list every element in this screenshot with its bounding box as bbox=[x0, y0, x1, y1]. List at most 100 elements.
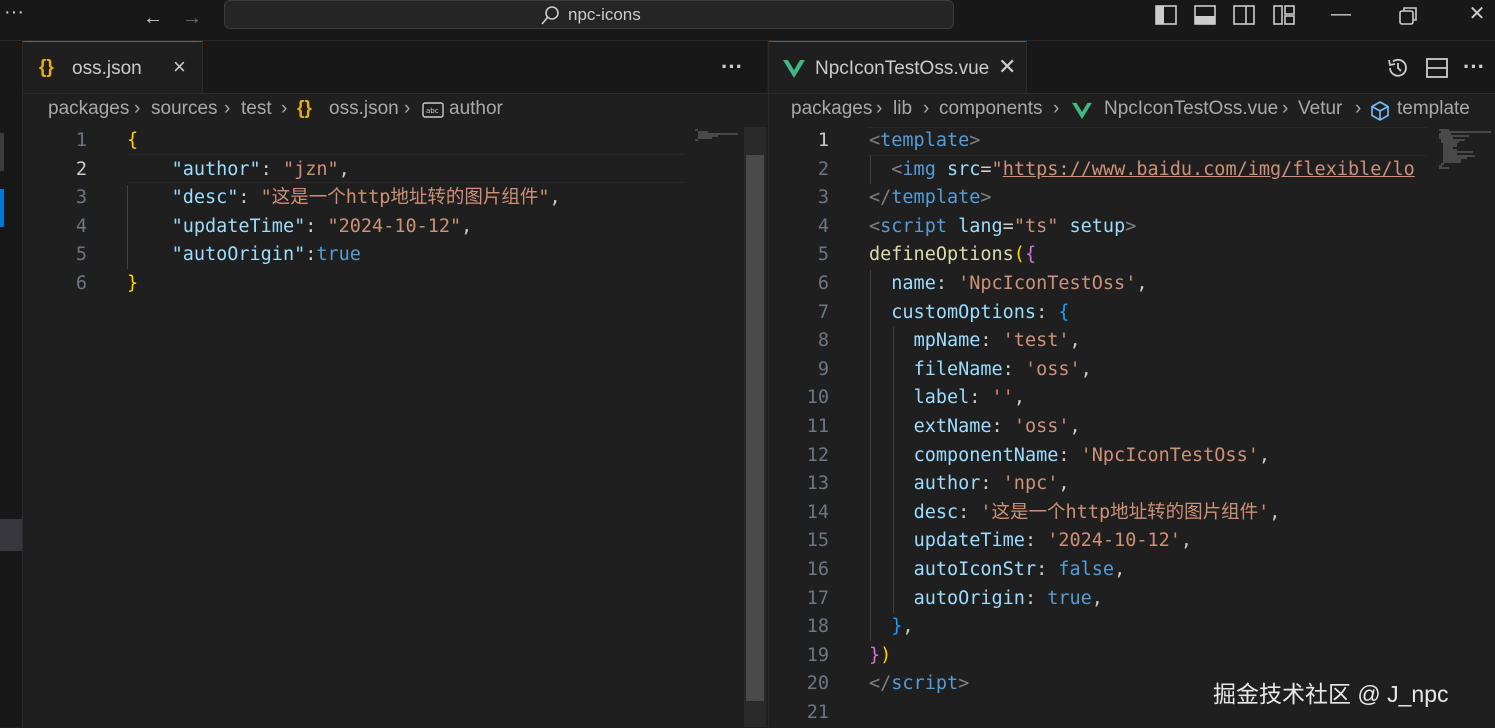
code-token: : bbox=[991, 416, 1014, 437]
code-token: , bbox=[1058, 473, 1070, 495]
breadcrumb: packages › sources › test › {} oss.json … bbox=[23, 94, 767, 126]
code-text: extName: 'oss', bbox=[869, 413, 1081, 442]
customize-layout-icon[interactable] bbox=[1272, 4, 1296, 26]
code-line[interactable]: 18 }, bbox=[769, 613, 1495, 642]
code-line[interactable]: 19}) bbox=[769, 642, 1495, 671]
timeline-history-icon[interactable] bbox=[1385, 56, 1411, 80]
tab-close-icon[interactable]: ✕ bbox=[998, 54, 1016, 80]
code-token: ) bbox=[880, 644, 892, 666]
code-line[interactable]: 6} bbox=[23, 270, 767, 299]
breadcrumb-item[interactable]: Vetur bbox=[1298, 98, 1342, 120]
code-token: { bbox=[127, 130, 139, 151]
code-line[interactable]: 8 mpName: 'test', bbox=[769, 327, 1495, 356]
line-number: 5 bbox=[75, 244, 87, 266]
svg-text:abc: abc bbox=[426, 107, 439, 115]
code-line[interactable]: 3 "desc": "这是一个http地址转的图片组件", bbox=[23, 184, 767, 213]
minimize-icon[interactable]: — bbox=[1326, 2, 1356, 28]
code-line[interactable]: 5 defineOptions({ bbox=[769, 241, 1495, 270]
minimap[interactable] bbox=[695, 129, 739, 141]
restore-window-icon[interactable] bbox=[1396, 5, 1420, 27]
code-token: "这是一个http地址转的图片组件" bbox=[260, 187, 550, 209]
code-token: : bbox=[1024, 587, 1048, 609]
toggle-primary-sidebar-icon[interactable] bbox=[1154, 4, 1178, 26]
code-line[interactable]: 14 desc: '这是一个http地址转的图片组件', bbox=[769, 499, 1495, 528]
breadcrumb-item[interactable]: packages bbox=[791, 98, 872, 120]
code-token: </ bbox=[869, 187, 892, 209]
code-line[interactable]: 3 </template> bbox=[769, 184, 1495, 213]
code-token: true bbox=[316, 244, 361, 266]
code-line[interactable]: 6 name: 'NpcIconTestOss', bbox=[769, 270, 1495, 299]
code-line[interactable]: 4 "updateTime": "2024-10-12", bbox=[23, 213, 767, 242]
line-number: 14 bbox=[806, 501, 829, 523]
code-line[interactable]: 10 label: '', bbox=[769, 384, 1495, 413]
forward-arrow-icon[interactable]: → bbox=[179, 6, 205, 32]
scrollbar-thumb[interactable] bbox=[746, 155, 764, 701]
split-editor-icon[interactable] bbox=[1425, 56, 1449, 80]
toggle-panel-icon[interactable] bbox=[1193, 4, 1217, 26]
toggle-secondary-sidebar-icon[interactable] bbox=[1232, 4, 1256, 26]
activity-item-selected[interactable] bbox=[0, 519, 22, 551]
activity-item-active[interactable] bbox=[0, 189, 4, 227]
breadcrumb-item[interactable]: packages bbox=[48, 98, 129, 120]
code-line[interactable]: 15 updateTime: '2024-10-12', bbox=[769, 527, 1495, 556]
tab-label: oss.json bbox=[72, 58, 142, 79]
code-line[interactable]: 1{ bbox=[23, 127, 767, 156]
code-token: script bbox=[891, 673, 959, 695]
tab-npc-icon-test-oss-vue[interactable]: NpcIconTestOss.vue ✕ bbox=[769, 41, 1027, 93]
code-token: fileName bbox=[913, 358, 1003, 380]
code-token: , bbox=[1013, 387, 1025, 409]
line-number: 7 bbox=[817, 301, 829, 323]
code-line[interactable]: 2 <img src="https://www.baidu.com/img/fl… bbox=[769, 156, 1495, 185]
code-line[interactable]: 1 <template> bbox=[769, 127, 1495, 156]
menu-ellipsis-icon[interactable]: ··· bbox=[0, 2, 28, 26]
chevron-right-icon: › bbox=[404, 98, 411, 119]
code-token: = bbox=[980, 158, 992, 180]
command-center-search[interactable]: npc-icons bbox=[224, 0, 954, 29]
code-token: , bbox=[1136, 273, 1148, 294]
code-text: author: 'npc', bbox=[869, 470, 1070, 499]
code-token: "2024-10-12" bbox=[327, 215, 462, 237]
breadcrumb-item[interactable]: components bbox=[939, 98, 1043, 120]
breadcrumb-item[interactable]: lib bbox=[893, 98, 912, 120]
code-token: } bbox=[127, 273, 139, 294]
code-line[interactable]: 13 author: 'npc', bbox=[769, 470, 1495, 499]
code-token: extName bbox=[913, 416, 992, 437]
code-text: "desc": "这是一个http地址转的图片组件", bbox=[127, 184, 561, 213]
breadcrumb-item[interactable]: sources bbox=[151, 98, 218, 120]
code-token: customOptions bbox=[891, 301, 1037, 323]
code-token: src bbox=[946, 158, 981, 180]
activity-item[interactable] bbox=[0, 133, 4, 171]
breadcrumb-item[interactable]: template bbox=[1397, 98, 1470, 120]
breadcrumb-item[interactable]: NpcIconTestOss.vue bbox=[1104, 98, 1278, 120]
code-line[interactable]: 12 componentName: 'NpcIconTestOss', bbox=[769, 442, 1495, 471]
tab-oss-json[interactable]: {} oss.json × bbox=[23, 41, 203, 93]
breadcrumb-item[interactable]: oss.json bbox=[329, 98, 399, 120]
code-line[interactable]: 2 "author": "jzn", bbox=[23, 156, 767, 185]
code-text: "author": "jzn", bbox=[127, 156, 350, 185]
tab-close-icon[interactable]: × bbox=[173, 54, 186, 80]
code-line[interactable]: 7 customOptions: { bbox=[769, 299, 1495, 328]
code-line[interactable]: 16 autoIconStr: false, bbox=[769, 556, 1495, 585]
search-icon bbox=[541, 6, 559, 25]
code-line[interactable]: 4 <script lang="ts" setup> bbox=[769, 213, 1495, 242]
code-line[interactable]: 9 fileName: 'oss', bbox=[769, 356, 1495, 385]
breadcrumb-item[interactable]: author bbox=[449, 98, 503, 120]
code-token: </ bbox=[869, 673, 892, 695]
back-arrow-icon[interactable]: ← bbox=[140, 6, 166, 32]
code-token: , bbox=[1069, 416, 1081, 437]
more-actions-icon[interactable]: ··· bbox=[721, 54, 743, 80]
vertical-scrollbar[interactable] bbox=[744, 127, 766, 727]
minimap[interactable] bbox=[1437, 127, 1495, 207]
more-actions-icon[interactable]: ··· bbox=[1463, 54, 1485, 80]
close-window-icon[interactable]: ✕ bbox=[1462, 2, 1492, 28]
code-line[interactable]: 5 "autoOrigin":true bbox=[23, 241, 767, 270]
code-line[interactable]: 11 extName: 'oss', bbox=[769, 413, 1495, 442]
breadcrumb-item[interactable]: test bbox=[241, 98, 272, 120]
code-line[interactable]: 17 autoOrigin: true, bbox=[769, 585, 1495, 614]
